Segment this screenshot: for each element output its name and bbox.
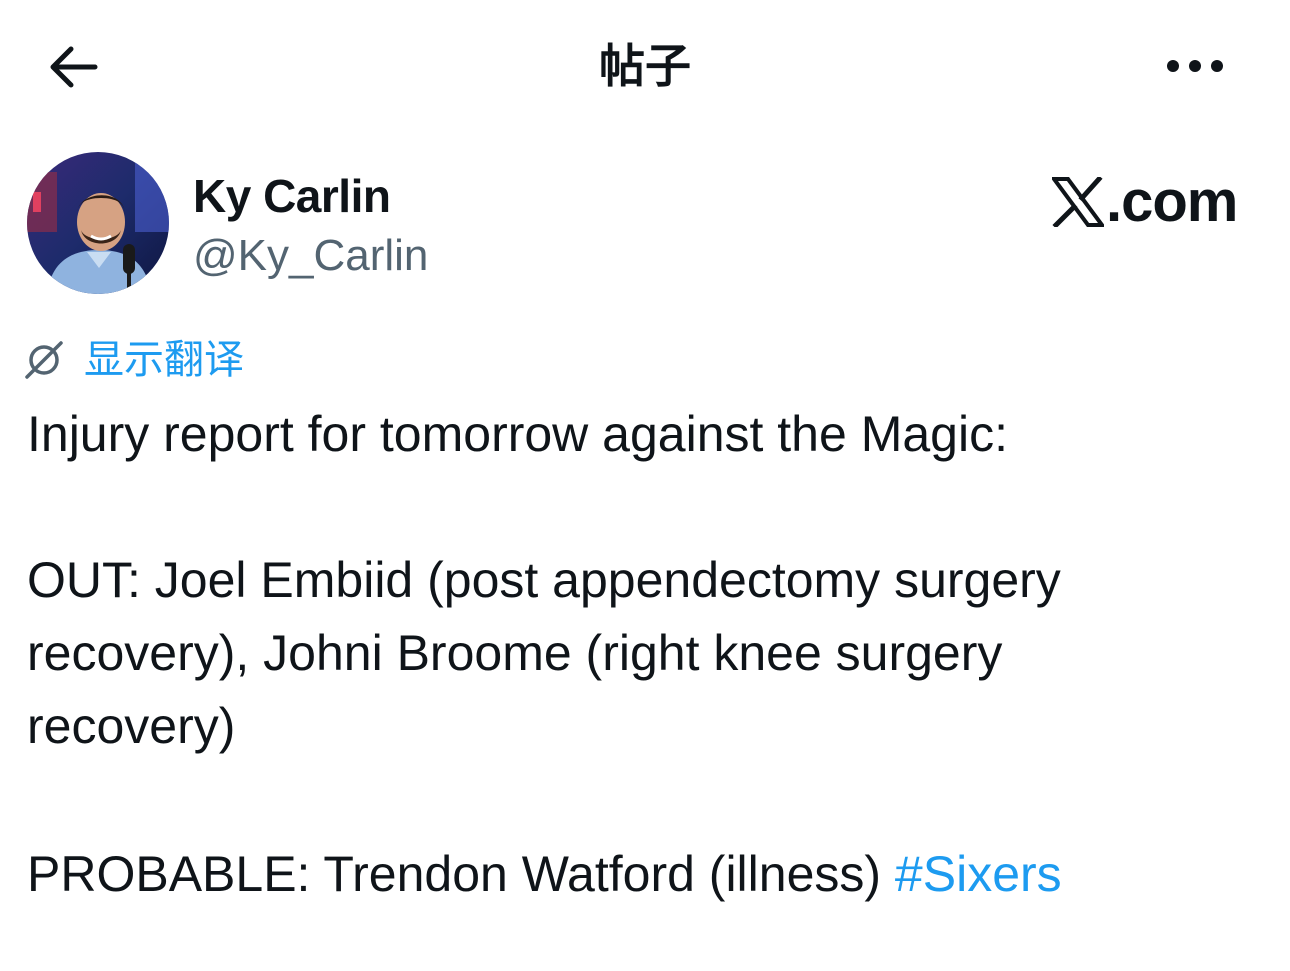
show-translation-label: 显示翻译	[84, 337, 244, 383]
show-translation-link[interactable]: 显示翻译	[24, 334, 244, 386]
author-handle[interactable]: @Ky_Carlin	[193, 228, 428, 284]
profile-photo	[27, 152, 169, 294]
more-options-button[interactable]	[1160, 40, 1230, 92]
post-text-line: recovery), Johni Broome (right knee surg…	[27, 625, 1003, 681]
more-horizontal-icon	[1167, 60, 1223, 72]
author-name[interactable]: Ky Carlin	[193, 168, 391, 224]
probable-text: PROBABLE: Trendon Watford (illness)	[27, 846, 895, 902]
post-text-line-probable: PROBABLE: Trendon Watford (illness) #Six…	[27, 838, 1062, 910]
post-text-line: Injury report for tomorrow against the M…	[27, 406, 1008, 462]
x-logo-icon	[1052, 177, 1104, 227]
x-brand-watermark: .com	[1052, 169, 1238, 234]
hashtag-link[interactable]: #Sixers	[895, 846, 1062, 902]
post-text-line: recovery)	[27, 698, 236, 754]
top-bar: 帖子	[0, 0, 1290, 132]
translate-globe-icon	[25, 341, 63, 379]
page-title: 帖子	[599, 39, 691, 93]
post-text-line: OUT: Joel Embiid (post appendectomy surg…	[27, 552, 1061, 608]
author-avatar[interactable]	[27, 152, 169, 294]
brand-domain-text: .com	[1106, 169, 1238, 234]
